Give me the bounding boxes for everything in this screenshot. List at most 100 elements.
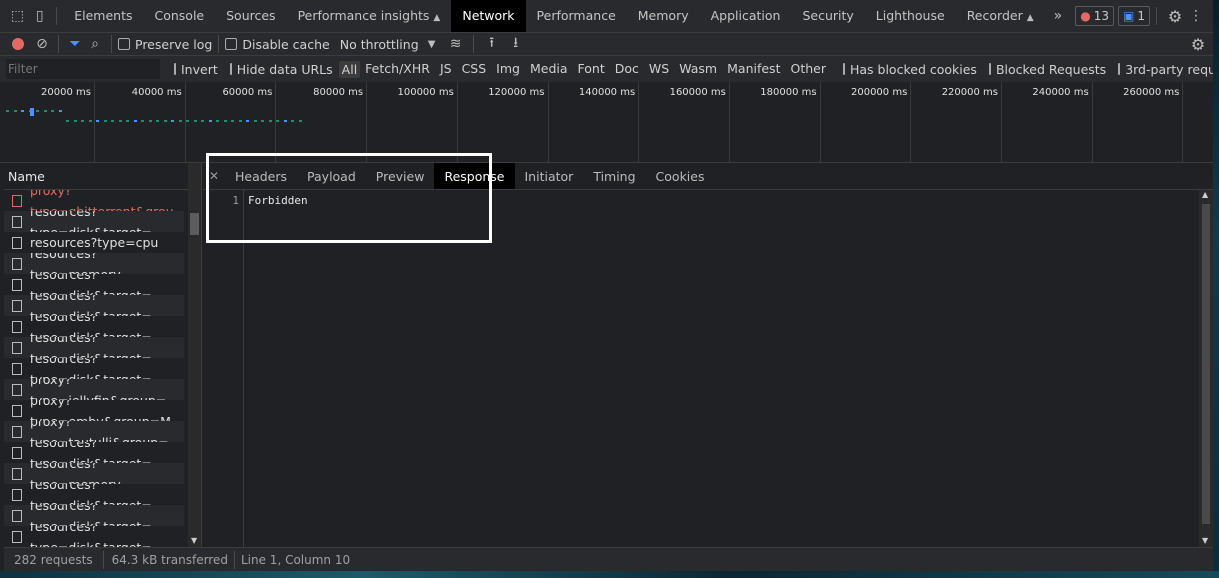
invert-checkbox[interactable] bbox=[174, 63, 176, 75]
hide-data-urls-checkbox[interactable] bbox=[229, 63, 232, 75]
filter-type-font[interactable]: Font bbox=[573, 61, 610, 78]
throttling-select[interactable]: No throttling bbox=[340, 37, 419, 52]
request-row[interactable]: resources?type=memory bbox=[4, 253, 184, 274]
timeline-activity-mark bbox=[298, 120, 302, 122]
request-row[interactable]: proxy?type=tautulli&group=... bbox=[4, 421, 184, 442]
filter-type-other[interactable]: Other bbox=[785, 61, 831, 78]
filter-type-img[interactable]: Img bbox=[491, 61, 525, 78]
message-icon: ▣ bbox=[1123, 9, 1135, 23]
request-row[interactable]: resources?type=cpu bbox=[4, 232, 184, 253]
filter-type-doc[interactable]: Doc bbox=[610, 61, 644, 78]
response-scrollbar[interactable]: ▲ ▼ bbox=[1199, 190, 1213, 547]
tab-lighthouse[interactable]: Lighthouse bbox=[865, 0, 956, 32]
tab-network[interactable]: Network bbox=[451, 0, 526, 32]
request-row[interactable]: resources?type=disk&target= bbox=[4, 484, 184, 505]
request-row[interactable]: resources?type=disk&target= bbox=[4, 295, 184, 316]
dropdown-arrow-icon[interactable]: ▼ bbox=[419, 39, 445, 50]
timeline-activity-mark bbox=[231, 120, 234, 122]
disable-cache-checkbox[interactable] bbox=[225, 38, 238, 50]
timeline-tick-label: 80000 ms bbox=[313, 87, 364, 98]
more-options-icon[interactable]: ⋮ bbox=[1187, 8, 1205, 24]
filter-type-media[interactable]: Media bbox=[525, 61, 573, 78]
tab-security[interactable]: Security bbox=[791, 0, 864, 32]
filter-icon[interactable]: ⏷ bbox=[65, 36, 85, 52]
timeline-tick-label: 40000 ms bbox=[131, 87, 182, 98]
filter-type-css[interactable]: CSS bbox=[457, 61, 492, 78]
request-row[interactable]: resources?type=disk&target= bbox=[4, 505, 184, 526]
preserve-log-checkbox[interactable] bbox=[118, 38, 130, 50]
tab-application[interactable]: Application bbox=[700, 0, 792, 32]
request-row[interactable]: resources?type=disk&target= bbox=[4, 442, 184, 463]
tab-elements[interactable]: Elements bbox=[63, 0, 143, 32]
scrollbar-thumb[interactable] bbox=[190, 213, 199, 235]
third-party-requests-checkbox[interactable] bbox=[1118, 63, 1121, 75]
more-tabs-chevron-icon[interactable]: » bbox=[1045, 8, 1072, 24]
timeline-activity-mark bbox=[246, 120, 249, 122]
request-row[interactable]: proxy?type=jellyfin&group=... bbox=[4, 379, 184, 400]
tab-sources[interactable]: Sources bbox=[215, 0, 286, 32]
timeline-tick-label: 160000 ms bbox=[669, 87, 726, 98]
filter-type-ws[interactable]: WS bbox=[644, 61, 674, 78]
request-row[interactable]: resources?type=disk&target= bbox=[4, 337, 184, 358]
divider bbox=[111, 35, 112, 53]
request-row[interactable]: resources?type=disk&target= bbox=[4, 358, 184, 379]
scroll-down-arrow-icon[interactable]: ▼ bbox=[191, 536, 197, 545]
timeline-activity-mark bbox=[21, 110, 24, 112]
detail-tab-timing[interactable]: Timing bbox=[583, 163, 645, 189]
request-name: resources?type=cpu bbox=[30, 235, 159, 250]
document-icon bbox=[12, 362, 22, 375]
search-icon[interactable]: ⌕ bbox=[85, 36, 105, 52]
tab-console[interactable]: Console bbox=[144, 0, 216, 32]
message-count-badge[interactable]: ▣ 1 bbox=[1118, 6, 1150, 26]
document-icon bbox=[12, 299, 22, 312]
device-toolbar-icon[interactable]: ▯ bbox=[29, 8, 50, 24]
request-name: resources?type=disk&target= bbox=[30, 274, 152, 295]
network-overview-timeline[interactable]: 20000 ms 40000 ms 60000 ms 80000 ms 100000 m… bbox=[0, 82, 1213, 163]
network-conditions-icon[interactable]: ≋ bbox=[445, 36, 467, 52]
blocked-requests-checkbox[interactable] bbox=[988, 63, 991, 75]
request-row[interactable]: resources?type=memory bbox=[4, 463, 184, 484]
timeline-activity-mark bbox=[36, 110, 39, 112]
request-rows: proxy?type=qbittorrent&grou resources?typ… bbox=[4, 190, 201, 547]
timeline-activity-mark bbox=[118, 120, 122, 122]
filter-type-fetch-xhr[interactable]: Fetch/XHR bbox=[360, 61, 435, 78]
filter-type-wasm[interactable]: Wasm bbox=[674, 61, 722, 78]
filter-input[interactable] bbox=[6, 59, 160, 79]
request-row[interactable]: resources?type=disk&target= bbox=[4, 274, 184, 295]
divider bbox=[56, 7, 58, 25]
settings-gear-icon[interactable]: ⚙ bbox=[1163, 7, 1187, 26]
request-row[interactable]: resources?type=disk&target= bbox=[4, 526, 184, 547]
request-name: resources?type=disk&target= bbox=[30, 295, 152, 316]
timeline-activity-mark bbox=[103, 120, 107, 122]
timeline-activity-mark bbox=[96, 120, 99, 122]
inspect-element-icon[interactable]: ⬚ bbox=[6, 8, 29, 24]
request-row[interactable]: proxy?type=qbittorrent&grou bbox=[4, 190, 184, 211]
error-count-badge[interactable]: ● 13 bbox=[1075, 6, 1115, 26]
detail-tab-initiator[interactable]: Initiator bbox=[515, 163, 584, 189]
export-har-icon[interactable]: ⭳ bbox=[504, 32, 528, 56]
request-row[interactable]: resources?type=disk&target= bbox=[4, 316, 184, 337]
request-list-scrollbar[interactable]: ▼ bbox=[188, 163, 201, 547]
request-row[interactable]: resources?type=disk&target= bbox=[4, 211, 184, 232]
preserve-log-label: Preserve log bbox=[135, 36, 213, 52]
scroll-down-arrow-icon[interactable]: ▼ bbox=[1202, 536, 1208, 545]
response-scrollbar-thumb[interactable] bbox=[1202, 204, 1210, 524]
detail-tab-cookies[interactable]: Cookies bbox=[646, 163, 715, 189]
clear-icon[interactable]: ⊘ bbox=[32, 36, 52, 52]
filter-type-manifest[interactable]: Manifest bbox=[722, 61, 785, 78]
filter-type-js[interactable]: JS bbox=[435, 61, 457, 78]
record-button[interactable] bbox=[12, 38, 24, 50]
network-settings-gear-icon[interactable]: ⚙ bbox=[1183, 35, 1213, 54]
request-row[interactable]: proxy?type=emby&group=M bbox=[4, 400, 184, 421]
filter-type-all[interactable]: All bbox=[338, 60, 361, 78]
scroll-up-arrow-icon[interactable]: ▲ bbox=[1202, 190, 1208, 199]
tab-performance-insights[interactable]: Performance insights ▲ bbox=[287, 0, 452, 32]
tab-recorder[interactable]: Recorder ▲ bbox=[956, 0, 1045, 32]
tab-memory[interactable]: Memory bbox=[627, 0, 700, 32]
has-blocked-cookies-checkbox[interactable] bbox=[842, 63, 845, 75]
request-name: proxy?type=emby&group=M bbox=[30, 400, 171, 421]
name-column-header[interactable]: Name ▲ bbox=[4, 163, 201, 190]
import-har-icon[interactable]: ⭱ bbox=[480, 32, 504, 56]
timeline-gridline bbox=[1182, 82, 1184, 162]
tab-performance[interactable]: Performance bbox=[526, 0, 627, 32]
